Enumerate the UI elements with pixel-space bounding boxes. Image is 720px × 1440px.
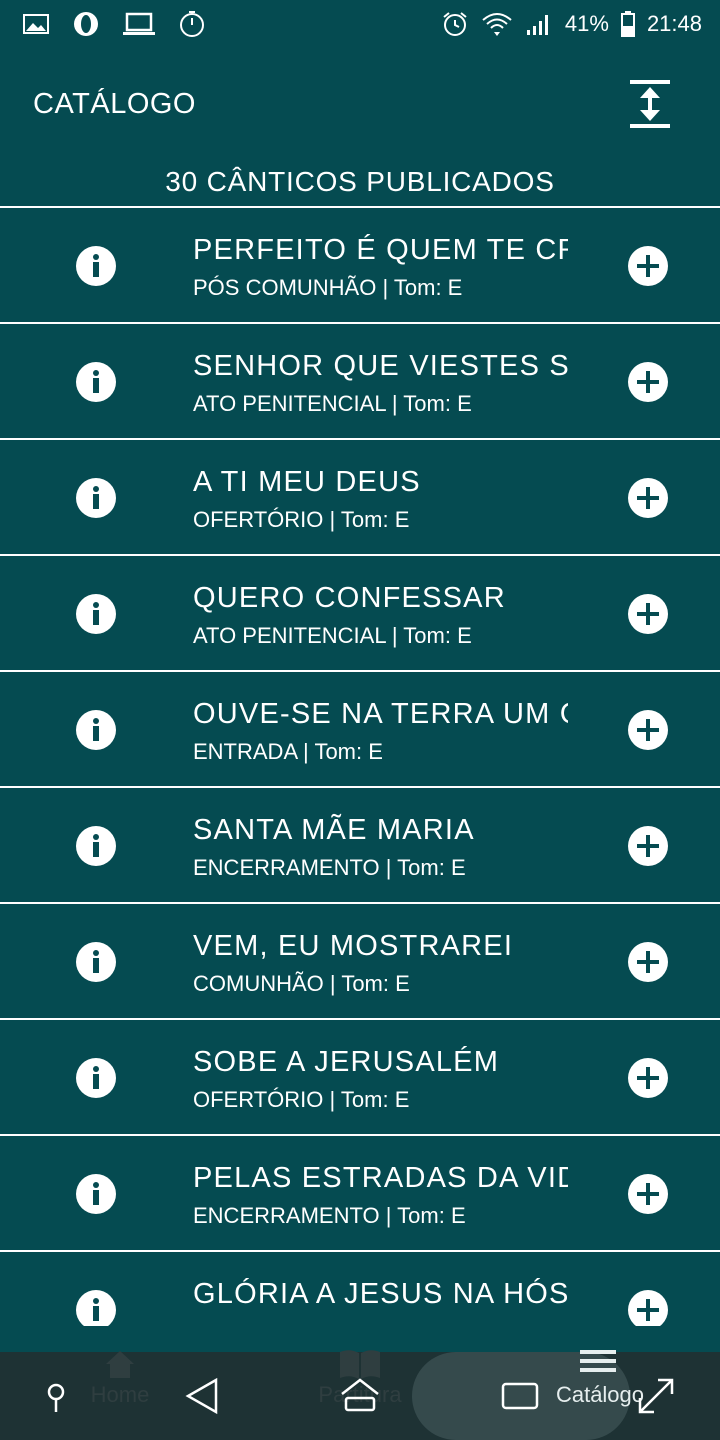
song-text: SENHOR QUE VIESTES SA ATO PENITENCIAL | … [193, 348, 568, 418]
add-icon[interactable] [628, 1058, 668, 1098]
song-text: PERFEITO É QUEM TE CR PÓS COMUNHÃO | Tom… [193, 232, 568, 302]
expand-vertical-icon[interactable] [628, 78, 672, 130]
list-item[interactable]: QUERO CONFESSAR ATO PENITENCIAL | Tom: E [0, 556, 720, 672]
song-text: SANTA MÃE MARIA ENCERRAMENTO | Tom: E [193, 812, 568, 882]
image-icon [23, 14, 49, 34]
info-icon[interactable] [76, 362, 116, 402]
info-icon[interactable] [76, 942, 116, 982]
song-text: GLÓRIA A JESUS NA HÓS [193, 1276, 568, 1318]
tab-catalogo-label: Catálogo [555, 1382, 645, 1407]
song-text: VEM, EU MOSTRAREI COMUNHÃO | Tom: E [193, 928, 568, 998]
songs-count-label: 30 CÂNTICOS PUBLICADOS [165, 166, 555, 197]
song-subtitle: PÓS COMUNHÃO | Tom: E [193, 275, 463, 300]
song-title: VEM, EU MOSTRAREI [193, 930, 514, 962]
song-subtitle: ATO PENITENCIAL | Tom: E [193, 391, 472, 416]
recents-icon[interactable] [500, 1378, 540, 1418]
home-nav-icon[interactable] [340, 1376, 380, 1416]
bottom-tab-bar: Home Partitura Catálogo [0, 1350, 720, 1440]
song-text: OUVE-SE NA TERRA UM C ENTRADA | Tom: E [193, 696, 568, 766]
song-title: SOBE A JERUSALÉM [193, 1046, 500, 1078]
status-bar: 41% 21:48 [0, 0, 720, 50]
song-subtitle: ENCERRAMENTO | Tom: E [193, 855, 466, 880]
info-icon[interactable] [76, 826, 116, 866]
list-item[interactable]: VEM, EU MOSTRAREI COMUNHÃO | Tom: E [0, 904, 720, 1020]
song-title: PELAS ESTRADAS DA VID [193, 1162, 568, 1194]
add-icon[interactable] [628, 826, 668, 866]
list-item[interactable]: PERFEITO É QUEM TE CR PÓS COMUNHÃO | Tom… [0, 208, 720, 324]
page-title: CATÁLOGO [33, 88, 196, 120]
song-text: A TI MEU DEUS OFERTÓRIO | Tom: E [193, 464, 568, 534]
info-icon[interactable] [76, 478, 116, 518]
timer-icon [180, 11, 204, 37]
song-subtitle: ATO PENITENCIAL | Tom: E [193, 623, 472, 648]
info-icon[interactable] [76, 1058, 116, 1098]
list-item[interactable]: OUVE-SE NA TERRA UM C ENTRADA | Tom: E [0, 672, 720, 788]
song-title: GLÓRIA A JESUS NA HÓS [193, 1278, 568, 1310]
add-icon[interactable] [628, 710, 668, 750]
song-title: OUVE-SE NA TERRA UM C [193, 698, 568, 730]
battery-percentage: 41% [564, 11, 609, 36]
add-icon[interactable] [628, 1174, 668, 1214]
list-item[interactable]: PELAS ESTRADAS DA VID ENCERRAMENTO | Tom… [0, 1136, 720, 1252]
tab-home-label: Home [90, 1382, 150, 1407]
song-title: SENHOR QUE VIESTES SA [193, 350, 568, 382]
laptop-icon [123, 12, 155, 35]
song-subtitle: ENTRADA | Tom: E [193, 739, 383, 764]
info-icon[interactable] [76, 710, 116, 750]
list-item[interactable]: SENHOR QUE VIESTES SA ATO PENITENCIAL | … [0, 324, 720, 440]
song-subtitle: OFERTÓRIO | Tom: E [193, 507, 410, 532]
opera-icon [74, 12, 98, 36]
song-text: PELAS ESTRADAS DA VID ENCERRAMENTO | Tom… [193, 1160, 568, 1230]
app-header: CATÁLOGO [0, 50, 720, 160]
status-time: 21:48 [646, 11, 702, 36]
song-subtitle: ENCERRAMENTO | Tom: E [193, 1203, 466, 1228]
song-title: PERFEITO É QUEM TE CR [193, 234, 568, 266]
info-icon[interactable] [76, 1174, 116, 1214]
song-text: QUERO CONFESSAR ATO PENITENCIAL | Tom: E [193, 580, 568, 650]
alarm-icon [443, 12, 467, 36]
add-icon[interactable] [628, 1290, 668, 1326]
add-icon[interactable] [628, 246, 668, 286]
list-item[interactable]: SANTA MÃE MARIA ENCERRAMENTO | Tom: E [0, 788, 720, 904]
song-title: QUERO CONFESSAR [193, 582, 506, 614]
song-text: SOBE A JERUSALÉM OFERTÓRIO | Tom: E [193, 1044, 568, 1114]
home-icon [106, 1351, 134, 1378]
battery-icon [620, 11, 635, 37]
assistant-icon[interactable] [42, 1380, 70, 1420]
info-icon[interactable] [76, 594, 116, 634]
add-icon[interactable] [628, 594, 668, 634]
song-title: A TI MEU DEUS [193, 466, 421, 498]
info-icon[interactable] [76, 1290, 116, 1326]
add-icon[interactable] [628, 942, 668, 982]
list-item[interactable]: SOBE A JERUSALÉM OFERTÓRIO | Tom: E [0, 1020, 720, 1136]
song-title: SANTA MÃE MARIA [193, 814, 475, 846]
tab-home[interactable]: Home [80, 1346, 160, 1408]
wifi-icon [482, 13, 512, 36]
expand-screen-icon[interactable] [636, 1376, 676, 1416]
back-icon[interactable] [182, 1376, 222, 1416]
add-icon[interactable] [628, 362, 668, 402]
list-icon [580, 1350, 616, 1372]
info-icon[interactable] [76, 246, 116, 286]
song-subtitle: OFERTÓRIO | Tom: E [193, 1087, 410, 1112]
song-list: PERFEITO É QUEM TE CR PÓS COMUNHÃO | Tom… [0, 206, 720, 1326]
add-icon[interactable] [628, 478, 668, 518]
signal-icon [526, 15, 548, 35]
list-item[interactable]: A TI MEU DEUS OFERTÓRIO | Tom: E [0, 440, 720, 556]
song-subtitle: COMUNHÃO | Tom: E [193, 971, 410, 996]
list-item[interactable]: GLÓRIA A JESUS NA HÓS [0, 1252, 720, 1326]
